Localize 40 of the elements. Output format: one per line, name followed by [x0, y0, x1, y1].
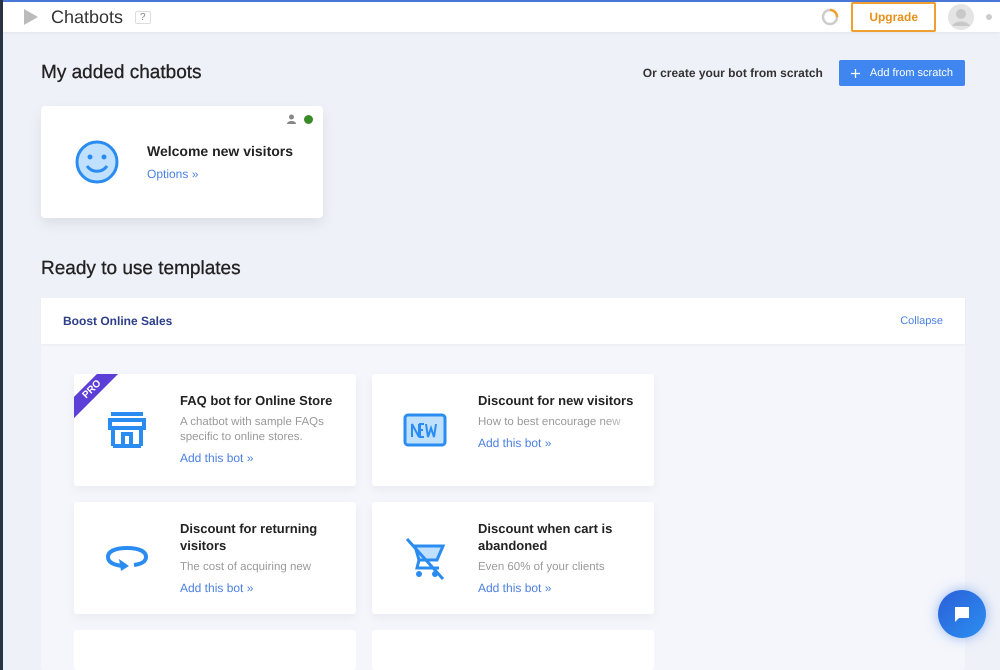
crossed-cart-icon: [403, 536, 447, 580]
group-title: Boost Online Sales: [63, 314, 172, 328]
avatar-icon[interactable]: [948, 4, 974, 30]
template-card[interactable]: Discount for returning visitors The cost of acquiring new Add this bot »: [74, 502, 356, 614]
smiley-icon: [75, 140, 119, 184]
circular-arrow-icon: [105, 544, 149, 572]
chatbot-name: Welcome new visitors: [147, 143, 294, 159]
template-title: Discount when cart is abandoned: [478, 520, 614, 554]
page-title: Chatbots: [51, 6, 124, 28]
template-description: The cost of acquiring new: [180, 560, 312, 575]
chatbot-card[interactable]: Welcome new visitors Options »: [41, 106, 323, 218]
template-card[interactable]: Discount for new visitors How to best encourage new Add this bot »: [372, 374, 654, 486]
new-sign-icon: [403, 413, 447, 447]
template-description: A chatbot with sample FAQs specific to online stores.: [180, 415, 325, 445]
play-icon[interactable]: [23, 8, 39, 26]
spinner-icon: [821, 8, 840, 26]
status-dot-icon: [986, 14, 992, 20]
template-title: Discount for returning visitors: [180, 520, 318, 554]
template-title: Discount for new visitors: [478, 392, 634, 409]
plus-icon: [850, 68, 860, 78]
chat-bubble-icon: [953, 605, 971, 623]
help-badge[interactable]: ?: [135, 10, 151, 24]
collapse-link[interactable]: Collapse: [900, 315, 943, 327]
template-description: How to best encourage new: [478, 415, 622, 430]
add-bot-link[interactable]: Add this bot »: [478, 436, 646, 450]
create-hint: Or create your bot from scratch: [642, 66, 823, 80]
template-description: Even 60% of your clients: [478, 560, 606, 575]
chat-button[interactable]: [938, 590, 986, 638]
section-heading: My added chatbots: [41, 62, 203, 84]
template-title: FAQ bot for Online Store: [180, 392, 334, 409]
section-heading: Ready to use templates: [41, 258, 242, 280]
add-bot-link[interactable]: Add this bot »: [478, 581, 646, 595]
store-icon: [107, 412, 147, 448]
person-icon: [287, 114, 296, 124]
add-bot-link[interactable]: Add this bot »: [180, 451, 348, 465]
upgrade-button[interactable]: Upgrade: [851, 2, 936, 32]
template-card[interactable]: Discount when cart is abandoned Even 60% of your clients Add this bot »: [372, 502, 654, 614]
add-bot-link[interactable]: Add this bot »: [180, 581, 348, 595]
options-link[interactable]: Options »: [147, 167, 294, 181]
add-from-scratch-button[interactable]: Add from scratch: [838, 60, 965, 86]
